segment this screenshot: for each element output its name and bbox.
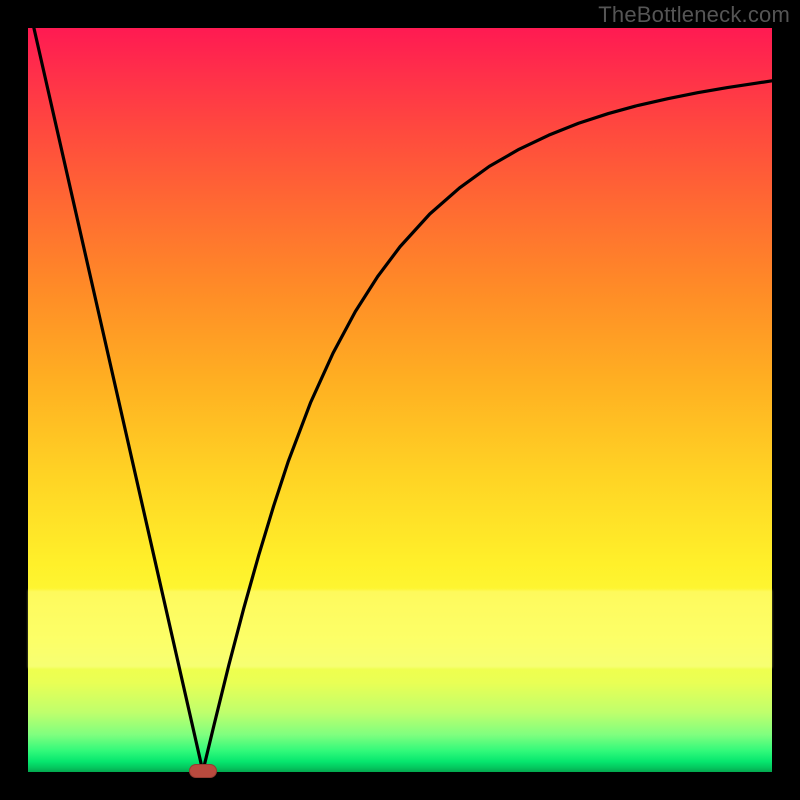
minimum-marker xyxy=(189,764,217,778)
watermark-text: TheBottleneck.com xyxy=(598,2,790,28)
chart-frame: TheBottleneck.com xyxy=(0,0,800,800)
plot-area xyxy=(28,28,772,772)
curve-path xyxy=(28,2,772,771)
bottleneck-curve xyxy=(28,28,772,772)
